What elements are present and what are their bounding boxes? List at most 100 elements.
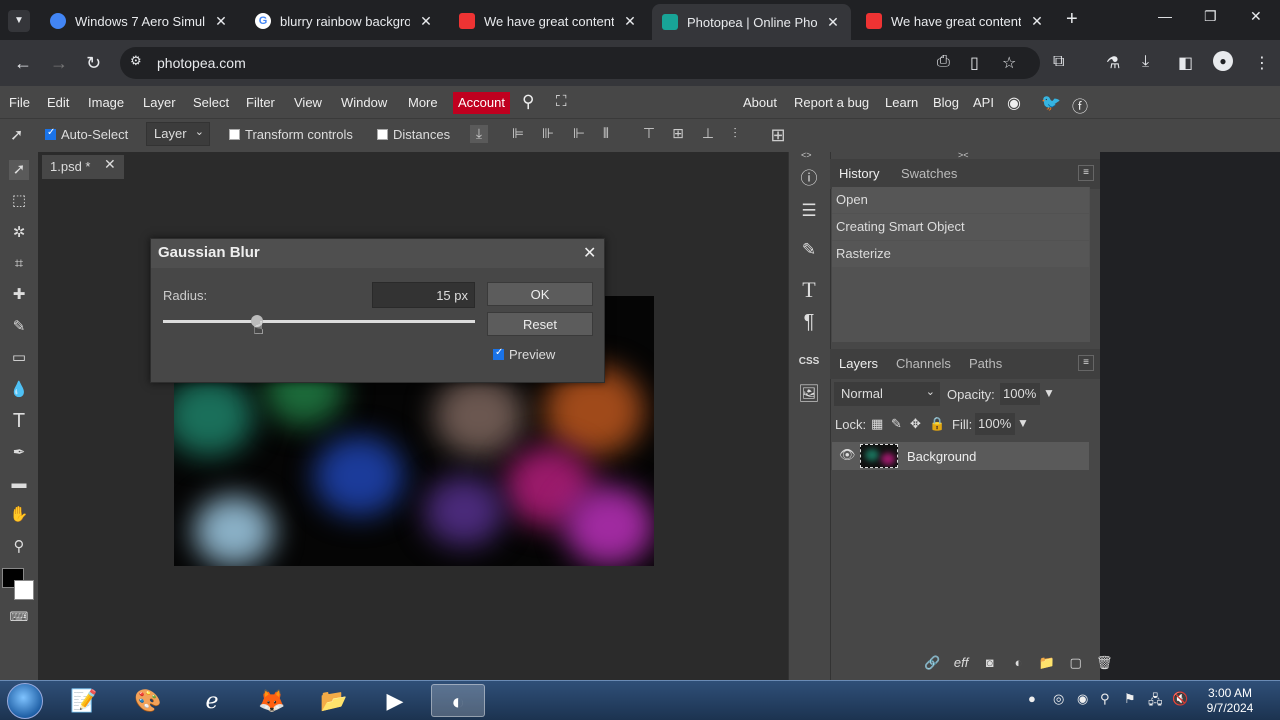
menu-more[interactable]: More xyxy=(408,95,438,110)
preview-checkbox[interactable]: Preview xyxy=(493,347,555,362)
brush-panel-icon[interactable]: ✎ xyxy=(797,238,821,262)
distribute-v-icon[interactable]: ⫶ xyxy=(726,125,744,143)
eye-icon[interactable]: 👁 xyxy=(839,447,856,463)
panel-menu-icon[interactable]: ≡ xyxy=(1078,165,1094,181)
history-item[interactable]: Open xyxy=(832,187,1089,213)
trash-icon[interactable]: 🗑 xyxy=(1092,655,1117,671)
effects-icon[interactable]: eff xyxy=(949,655,974,670)
taskbar-clock[interactable]: 3:00 AM 9/7/2024 xyxy=(1195,686,1265,716)
close-icon[interactable]: ✕ xyxy=(418,13,434,30)
healing-brush-icon[interactable]: ✚ xyxy=(9,285,29,305)
keyboard-icon[interactable]: ⌨ xyxy=(9,607,29,627)
tab-search-button[interactable]: ▼ xyxy=(8,10,30,32)
opacity-input[interactable]: 100% xyxy=(1000,383,1040,405)
align-left-icon[interactable]: ⊫ xyxy=(509,125,527,143)
star-icon[interactable]: ☆ xyxy=(1002,53,1016,73)
blend-mode-select[interactable]: Normal ⌄ xyxy=(834,382,940,406)
close-icon[interactable]: ✕ xyxy=(104,156,116,173)
media-player-app-icon[interactable]: ▶ xyxy=(368,684,422,717)
omnibox[interactable] xyxy=(120,47,1040,79)
close-icon[interactable]: ✕ xyxy=(583,243,596,263)
volume-muted-icon[interactable]: 🔇 xyxy=(1172,691,1188,707)
move-tool-icon[interactable]: ➚ xyxy=(9,160,29,180)
triangle-down-icon[interactable]: ▼ xyxy=(1043,386,1055,400)
firefox-app-icon[interactable]: 🦊 xyxy=(245,684,299,717)
fullscreen-icon[interactable]: ⛶ xyxy=(556,93,567,110)
explorer-app-icon[interactable]: 📂 xyxy=(307,684,361,717)
forward-icon[interactable]: → xyxy=(50,53,68,74)
browser-tab-aero[interactable]: Windows 7 Aero Simulat ✕ xyxy=(40,6,239,36)
new-tab-button[interactable]: + xyxy=(1066,8,1078,31)
layer-mode-select[interactable]: Layer ⌄ xyxy=(146,122,210,146)
paint-app-icon[interactable]: 🎨 xyxy=(121,684,175,717)
minimize-icon[interactable]: — xyxy=(1158,8,1172,24)
browser-tab-google[interactable]: G blurry rainbow backgro ✕ xyxy=(245,6,444,36)
blur-tool-icon[interactable]: 💧 xyxy=(9,380,29,400)
menu-select[interactable]: Select xyxy=(193,95,229,110)
link-report-bug[interactable]: Report a bug xyxy=(794,95,869,110)
close-icon[interactable]: ✕ xyxy=(213,13,229,30)
shape-tool-icon[interactable]: ▬ xyxy=(9,474,29,494)
layer-name[interactable]: Background xyxy=(907,449,976,464)
tray-app-icon[interactable]: ◎ xyxy=(1053,691,1064,707)
close-icon[interactable]: ✕ xyxy=(622,13,638,30)
magic-wand-icon[interactable]: ✲ xyxy=(9,223,29,243)
menu-view[interactable]: View xyxy=(294,95,322,110)
restore-icon[interactable]: ❐ xyxy=(1204,8,1217,25)
account-button[interactable]: Account xyxy=(453,92,510,114)
flag-icon[interactable]: ⚑ xyxy=(1124,691,1136,707)
chrome-menu-icon[interactable]: ⋮ xyxy=(1254,53,1270,73)
labs-icon[interactable]: ⚗ xyxy=(1106,53,1120,73)
close-icon[interactable]: ✕ xyxy=(825,14,841,31)
link-blog[interactable]: Blog xyxy=(933,95,959,110)
radius-slider-track[interactable] xyxy=(163,320,475,323)
adjustment-layer-icon[interactable]: ◐ xyxy=(1006,655,1031,670)
marquee-tool-icon[interactable]: ⬚ xyxy=(9,191,29,211)
collapse-icon[interactable]: <> xyxy=(801,150,812,160)
distances-checkbox[interactable]: Distances xyxy=(377,127,450,142)
tray-search-icon[interactable]: ⚲ xyxy=(1100,691,1110,707)
browser-app-icon[interactable]: ◐ xyxy=(431,684,485,717)
twitter-icon[interactable]: 🐦 xyxy=(1041,93,1061,113)
url-text[interactable]: photopea.com xyxy=(157,55,246,71)
crop-tool-icon[interactable]: ⌗ xyxy=(9,254,29,274)
lock-icon[interactable]: 🔒 xyxy=(929,416,945,432)
reddit-icon[interactable]: ◉ xyxy=(1007,93,1021,113)
pen-tool-icon[interactable]: ✒ xyxy=(9,443,29,463)
tab-swatches[interactable]: Swatches xyxy=(901,166,957,181)
triangle-down-icon[interactable]: ▼ xyxy=(1017,416,1029,430)
mask-icon[interactable]: ◙ xyxy=(977,655,1002,670)
tray-app-icon[interactable]: ● xyxy=(1028,691,1036,706)
fill-input[interactable]: 100% xyxy=(975,413,1015,435)
zoom-tool-icon[interactable]: ⚲ xyxy=(9,537,29,557)
download-icon[interactable]: ⤓ xyxy=(1142,53,1149,71)
site-info-icon[interactable]: ⚙ xyxy=(130,53,142,69)
link-icon[interactable]: 🔗 xyxy=(920,655,945,671)
close-window-icon[interactable]: ✕ xyxy=(1250,8,1262,25)
start-button[interactable] xyxy=(7,683,43,719)
lock-transparency-icon[interactable]: ▦ xyxy=(871,416,883,432)
character-icon[interactable]: T xyxy=(797,278,821,302)
align-bottom-icon[interactable]: ⊥ xyxy=(699,125,717,143)
paragraph-icon[interactable]: ¶ xyxy=(797,310,821,334)
panel-menu-icon[interactable]: ≡ xyxy=(1078,355,1094,371)
facebook-icon[interactable]: ⓕ xyxy=(1072,93,1088,117)
info-icon[interactable]: ⓘ xyxy=(797,167,821,191)
tab-channels[interactable]: Channels xyxy=(896,356,951,371)
image-panel-icon[interactable]: 🖼 xyxy=(797,382,821,406)
page-icon[interactable]: ▯ xyxy=(970,53,979,73)
search-icon[interactable]: ⚲ xyxy=(522,92,534,112)
notepad-app-icon[interactable]: 📝 xyxy=(57,684,111,717)
new-layer-icon[interactable]: ▢ xyxy=(1063,655,1088,671)
css-panel-button[interactable]: CSS xyxy=(797,350,821,374)
gradient-tool-icon[interactable]: ▭ xyxy=(9,348,29,368)
grid-icon[interactable]: ⊞ xyxy=(769,125,787,145)
brush-tool-icon[interactable]: ✎ xyxy=(9,317,29,337)
reset-button[interactable]: Reset xyxy=(487,312,593,336)
background-color-swatch[interactable] xyxy=(14,580,34,600)
transform-controls-checkbox[interactable]: Transform controls xyxy=(229,127,353,142)
browser-tab-content-2[interactable]: We have great content ✕ xyxy=(856,6,1055,36)
link-api[interactable]: API xyxy=(973,95,994,110)
link-learn[interactable]: Learn xyxy=(885,95,918,110)
tab-layers[interactable]: Layers xyxy=(839,356,878,371)
